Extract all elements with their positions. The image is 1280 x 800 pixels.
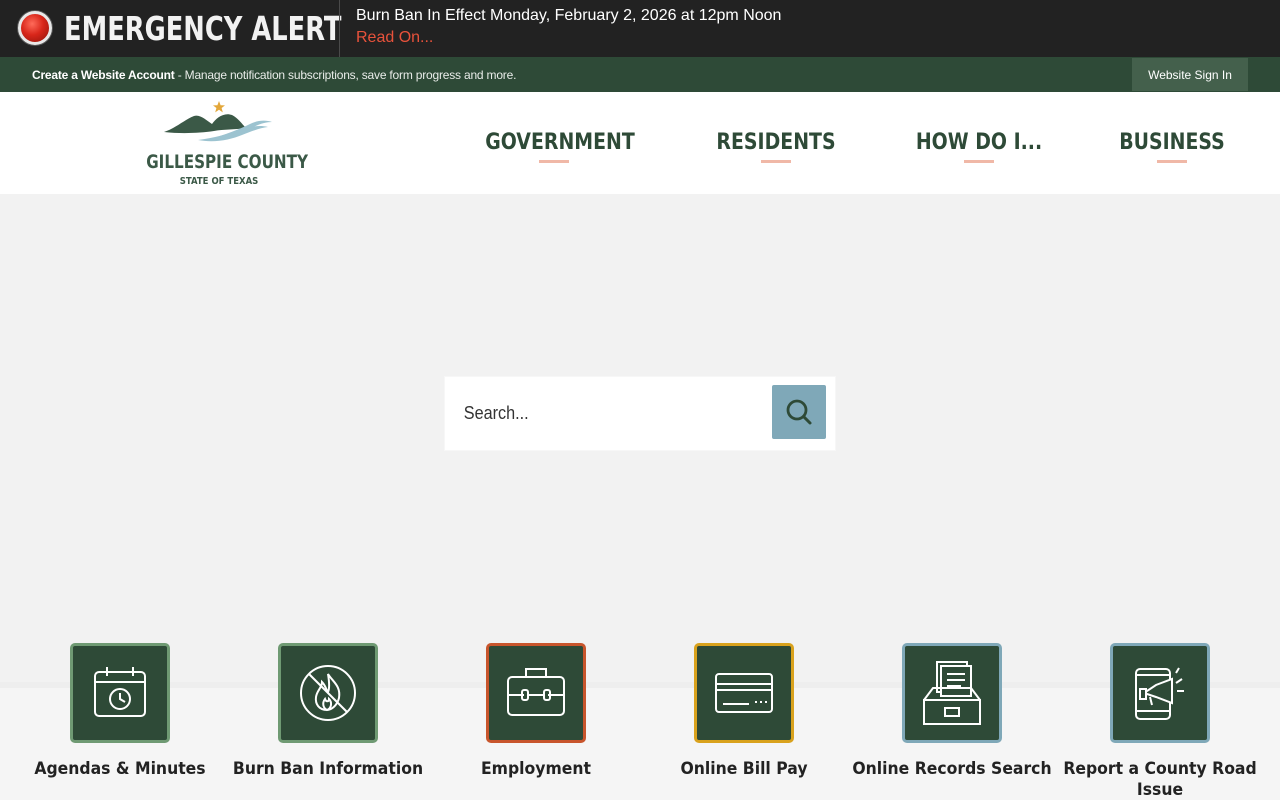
megaphone-tablet-icon	[1135, 667, 1184, 720]
account-description: - Manage notification subscriptions, sav…	[174, 68, 517, 82]
logo-name: GILLESPIE COUNTY	[146, 151, 309, 173]
quick-link-tile[interactable]	[694, 643, 794, 743]
nav-government[interactable]: GOVERNMENT	[485, 130, 635, 155]
alert-divider	[339, 0, 340, 57]
hills-logo-icon	[164, 101, 272, 142]
file-box-icon	[923, 661, 981, 725]
quick-link-label: Report a County Road Issue	[1063, 759, 1257, 800]
logo-subtitle: STATE OF TEXAS	[179, 176, 259, 187]
nav-residents[interactable]: RESIDENTS	[716, 130, 836, 155]
nav-business[interactable]: BUSINESS	[1116, 130, 1228, 155]
briefcase-icon	[507, 668, 565, 716]
quick-link-tile[interactable]	[70, 643, 170, 743]
quick-link-tile[interactable]	[486, 643, 586, 743]
account-bar: Create a Website Account - Manage notifi…	[0, 57, 1280, 92]
search-box	[445, 377, 835, 450]
quick-link-tile[interactable]	[1110, 643, 1210, 743]
read-on-link[interactable]: Read On...	[356, 29, 433, 47]
county-logo[interactable]: GILLESPIE COUNTY STATE OF TEXAS	[128, 98, 310, 190]
search-button[interactable]	[772, 385, 826, 439]
quick-link-label: Burn Ban Information	[232, 759, 424, 779]
quick-link-tile[interactable]	[278, 643, 378, 743]
search-icon	[786, 399, 812, 425]
nav-underline	[761, 160, 791, 163]
credit-card-icon	[715, 673, 773, 713]
alert-message: Burn Ban In Effect Monday, February 2, 2…	[356, 7, 782, 24]
site-header: GILLESPIE COUNTY STATE OF TEXAS GOVERNME…	[0, 92, 1280, 194]
quick-link-label: Agendas & Minutes	[34, 759, 206, 779]
calendar-clock-icon	[94, 667, 146, 717]
create-account-link[interactable]: Create a Website Account	[32, 68, 175, 82]
account-promo: Create a Website Account - Manage notifi…	[32, 68, 516, 82]
quick-link-label: Online Bill Pay	[680, 759, 808, 779]
sign-in-button[interactable]: Website Sign In	[1132, 58, 1248, 91]
nav-underline	[1157, 160, 1187, 163]
quick-link-label: Employment	[481, 759, 591, 779]
emergency-alert-bar: EMERGENCY ALERT Burn Ban In Effect Monda…	[0, 0, 1280, 57]
quick-link-label: Online Records Search	[852, 759, 1052, 779]
search-input[interactable]	[453, 385, 741, 441]
quick-link-tile[interactable]	[902, 643, 1002, 743]
nav-how-do-i[interactable]: HOW DO I...	[915, 130, 1044, 155]
nav-underline	[539, 160, 569, 163]
alert-title: EMERGENCY ALERT	[64, 9, 342, 48]
nav-underline	[964, 160, 994, 163]
no-fire-icon	[300, 665, 356, 721]
alert-light-icon	[18, 11, 52, 45]
